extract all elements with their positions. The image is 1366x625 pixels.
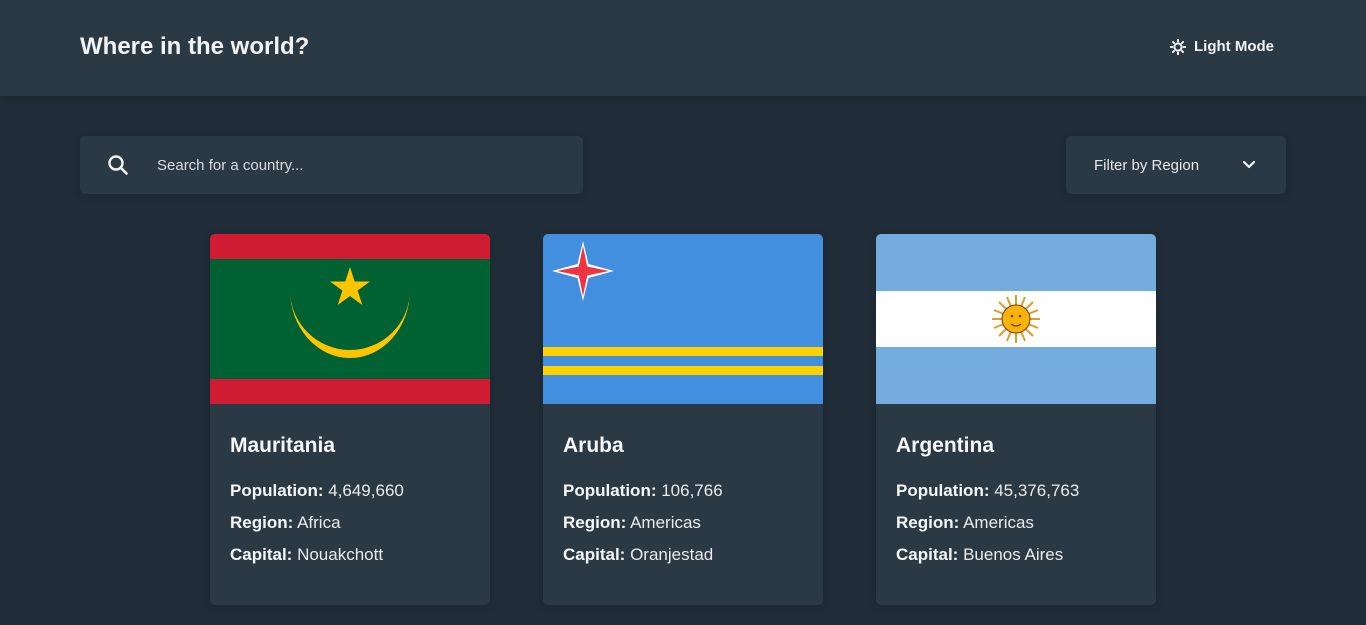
theme-toggle-label: Light Mode [1194,38,1274,55]
region-value: Africa [297,513,341,532]
region-row: Region: Americas [896,512,1136,533]
country-name: Argentina [896,434,995,457]
region-filter-label: Filter by Region [1094,156,1200,174]
population-value: 4,649,660 [328,481,404,500]
capital-value: Nouakchott [297,545,384,564]
region-label: Region: [230,513,294,532]
region-row: Region: Americas [563,512,803,533]
country-card-argentina[interactable]: Argentina Population: 45,376,763 Region:… [876,234,1156,605]
capital-value: Buenos Aires [963,545,1064,564]
population-label: Population: [230,481,324,500]
population-row: Population: 106,766 [563,480,803,501]
population-label: Population: [896,481,990,500]
theme-toggle-button[interactable]: Light Mode [1170,38,1274,55]
capital-value: Oranjestad [630,545,714,564]
country-name: Mauritania [230,434,336,457]
app-title: Where in the world? [80,33,310,60]
population-value: 106,766 [661,481,723,500]
capital-row: Capital: Oranjestad [563,544,803,565]
country-card-mauritania[interactable]: Mauritania Population: 4,649,660 Region:… [210,234,490,605]
region-filter-dropdown[interactable]: Filter by Region [1066,136,1286,194]
search-input[interactable] [155,155,539,175]
aruba-flag-image [543,234,823,404]
sun-icon [1170,38,1187,55]
capital-row: Capital: Nouakchott [230,544,470,565]
search-icon[interactable] [107,154,129,176]
region-value: Americas [630,513,701,532]
mauritania-flag-image [210,234,490,404]
population-row: Population: 4,649,660 [230,480,470,501]
population-value: 45,376,763 [994,481,1080,500]
region-label: Region: [896,513,960,532]
chevron-down-icon [1242,157,1256,174]
search-box [80,136,583,194]
capital-label: Capital: [563,545,626,564]
app-header: Where in the world? Light Mode [0,0,1366,96]
region-label: Region: [563,513,627,532]
country-name: Aruba [563,434,624,457]
capital-row: Capital: Buenos Aires [896,544,1136,565]
controls-bar: Filter by Region [0,96,1366,234]
population-row: Population: 45,376,763 [896,480,1136,501]
country-card-aruba[interactable]: Aruba Population: 106,766 Region: Americ… [543,234,823,605]
population-label: Population: [563,481,657,500]
capital-label: Capital: [230,545,293,564]
region-value: Americas [963,513,1034,532]
capital-label: Capital: [896,545,959,564]
argentina-flag-image [876,234,1156,404]
region-row: Region: Africa [230,512,470,533]
